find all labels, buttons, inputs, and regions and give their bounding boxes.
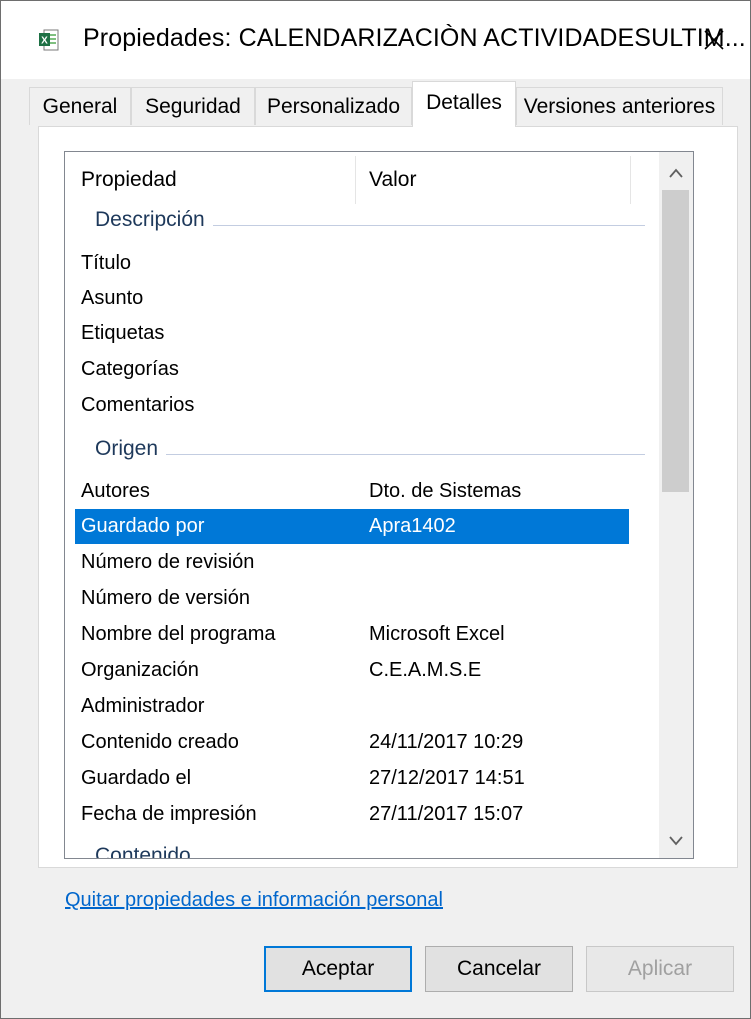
vertical-scrollbar[interactable] bbox=[659, 152, 693, 858]
close-button[interactable] bbox=[689, 15, 739, 65]
properties-list[interactable]: Propiedad Valor Descripción Título Asunt… bbox=[64, 151, 694, 859]
property-name: Nombre del programa bbox=[81, 623, 276, 645]
column-header-property[interactable]: Propiedad bbox=[81, 152, 177, 208]
property-value: 27/12/2017 14:51 bbox=[369, 767, 525, 789]
property-value: Dto. de Sistemas bbox=[369, 480, 522, 502]
ok-button[interactable]: Aceptar bbox=[264, 946, 412, 992]
close-icon bbox=[704, 30, 724, 50]
property-name: Número de versión bbox=[81, 587, 250, 609]
property-name: Fecha de impresión bbox=[81, 803, 257, 825]
property-value: 27/11/2017 15:07 bbox=[369, 803, 524, 825]
excel-file-icon: X bbox=[39, 29, 59, 51]
property-name: Contenido creado bbox=[81, 731, 239, 753]
tab-detalles[interactable]: Detalles bbox=[412, 81, 516, 127]
list-item[interactable]: Guardado el 27/12/2017 14:51 bbox=[75, 761, 629, 796]
list-item[interactable]: Autores Dto. de Sistemas bbox=[75, 474, 629, 509]
property-name: Asunto bbox=[81, 287, 144, 309]
property-name: Administrador bbox=[81, 695, 205, 717]
group-header-origen[interactable]: Origen bbox=[75, 435, 645, 471]
list-header: Propiedad Valor bbox=[65, 152, 659, 208]
list-item[interactable]: Etiquetas bbox=[75, 316, 629, 351]
group-label: Contenido bbox=[95, 844, 199, 858]
property-name: Guardado el bbox=[81, 767, 192, 789]
group-label: Origen bbox=[95, 437, 167, 461]
list-item[interactable]: Asunto bbox=[75, 281, 629, 316]
column-divider[interactable] bbox=[355, 156, 356, 204]
property-name: Título bbox=[81, 252, 132, 274]
tab-strip: General Seguridad Personalizado Detalles… bbox=[1, 79, 750, 127]
cancel-button[interactable]: Cancelar bbox=[425, 946, 573, 992]
list-item[interactable]: Contenido creado 24/11/2017 10:29 bbox=[75, 725, 629, 760]
list-item[interactable]: Número de revisión bbox=[75, 545, 629, 580]
group-header-contenido[interactable]: Contenido bbox=[75, 842, 645, 858]
property-name: Número de revisión bbox=[81, 551, 255, 573]
list-item[interactable]: Organización C.E.A.M.S.E bbox=[75, 653, 629, 688]
window-title: Propiedades: CALENDARIZACIÒN ACTIVIDADES… bbox=[83, 24, 746, 52]
property-value: C.E.A.M.S.E bbox=[369, 659, 482, 681]
tab-seguridad[interactable]: Seguridad bbox=[131, 87, 255, 125]
property-name: Guardado por bbox=[81, 515, 205, 537]
tab-personalizado[interactable]: Personalizado bbox=[255, 87, 412, 125]
scroll-up-button[interactable] bbox=[659, 156, 693, 190]
list-item[interactable]: Administrador bbox=[75, 689, 629, 724]
remove-properties-link[interactable]: Quitar propiedades e información persona… bbox=[65, 889, 443, 912]
property-value: Apra1402 bbox=[369, 515, 456, 537]
column-divider[interactable] bbox=[630, 156, 631, 204]
property-value: 24/11/2017 10:29 bbox=[369, 731, 524, 753]
property-name: Organización bbox=[81, 659, 199, 681]
list-item[interactable]: Número de versión bbox=[75, 581, 629, 616]
properties-dialog: X Propiedades: CALENDARIZACIÒN ACTIVIDAD… bbox=[0, 0, 751, 1019]
list-item[interactable]: Título bbox=[75, 246, 629, 281]
property-name: Categorías bbox=[81, 358, 179, 380]
title-bar[interactable]: X Propiedades: CALENDARIZACIÒN ACTIVIDAD… bbox=[1, 1, 750, 79]
apply-button[interactable]: Aplicar bbox=[586, 946, 734, 992]
property-name: Autores bbox=[81, 480, 150, 502]
list-item[interactable]: Fecha de impresión 27/11/2017 15:07 bbox=[75, 797, 629, 832]
property-name: Comentarios bbox=[81, 394, 195, 416]
tab-versiones-anteriores[interactable]: Versiones anteriores bbox=[516, 87, 723, 125]
chevron-down-icon bbox=[669, 836, 683, 846]
chevron-up-icon bbox=[669, 168, 683, 178]
column-header-value[interactable]: Valor bbox=[369, 152, 416, 208]
property-value: Microsoft Excel bbox=[369, 623, 505, 645]
svg-text:X: X bbox=[41, 36, 48, 47]
tab-general[interactable]: General bbox=[29, 87, 131, 125]
scroll-down-button[interactable] bbox=[659, 824, 693, 858]
list-item[interactable]: Categorías bbox=[75, 352, 629, 387]
scroll-thumb[interactable] bbox=[662, 190, 689, 492]
group-header-descripcion[interactable]: Descripción bbox=[75, 206, 645, 242]
group-label: Descripción bbox=[95, 208, 213, 232]
property-name: Etiquetas bbox=[81, 322, 165, 344]
list-item-selected[interactable]: Guardado por Apra1402 bbox=[75, 509, 629, 544]
list-item[interactable]: Nombre del programa Microsoft Excel bbox=[75, 617, 629, 652]
list-item[interactable]: Comentarios bbox=[75, 388, 629, 423]
